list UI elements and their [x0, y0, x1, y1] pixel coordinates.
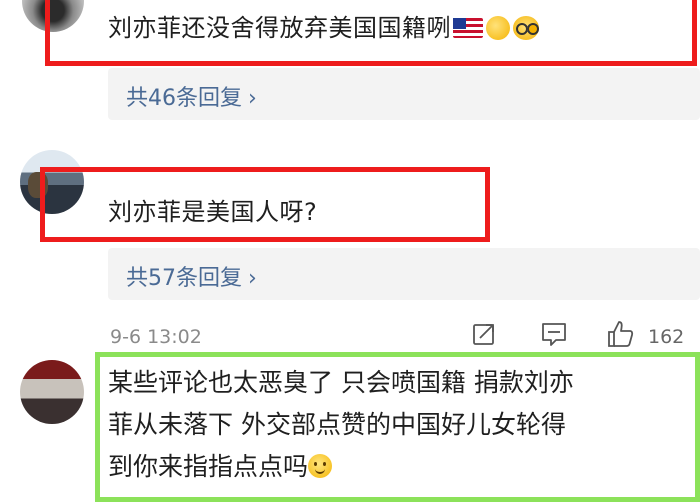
comment-line: 菲从未落下 外交部点赞的中国好儿女轮得 — [108, 410, 566, 439]
share-icon[interactable] — [472, 322, 496, 346]
avatar[interactable] — [20, 360, 84, 424]
us-flag-emoji — [453, 18, 483, 38]
comment-text: 某些评论也太恶臭了 只会喷国籍 捐款刘亦 菲从未落下 外交部点赞的中国好儿女轮得… — [108, 362, 698, 488]
comment-text: 刘亦菲还没舍得放弃美国国籍咧 — [108, 8, 539, 43]
view-replies-link[interactable]: 共57条回复 › — [126, 260, 257, 292]
view-replies-link[interactable]: 共46条回复 › — [126, 80, 257, 112]
thinking-emoji — [486, 16, 510, 40]
smile-emoji — [308, 454, 333, 478]
replies-panel[interactable]: 共46条回复 › — [108, 68, 700, 120]
comment-line: 到你来指指点点吗 — [108, 446, 698, 488]
comment-icon[interactable] — [541, 322, 567, 346]
like-count: 162 — [648, 326, 685, 348]
comment-line: 某些评论也太恶臭了 只会喷国籍 捐款刘亦 — [108, 368, 574, 397]
glasses-emoji — [513, 16, 539, 40]
timestamp: 9-6 13:02 — [110, 326, 202, 348]
thumbs-up-icon[interactable] — [606, 320, 634, 348]
comment-text: 刘亦菲是美国人呀? — [108, 198, 318, 226]
replies-panel[interactable]: 共57条回复 › — [108, 248, 700, 300]
chevron-right-icon: › — [248, 86, 257, 111]
chevron-right-icon: › — [248, 266, 257, 291]
